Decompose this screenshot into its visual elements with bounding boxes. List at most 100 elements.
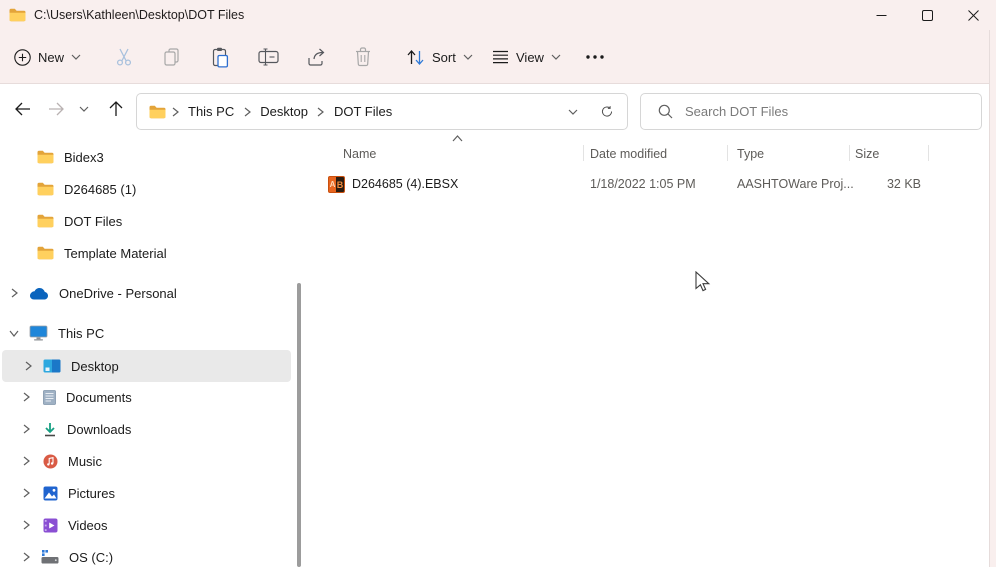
column-separator[interactable] xyxy=(928,145,929,161)
downloads-icon xyxy=(43,422,57,437)
sidebar-item-bidex3[interactable]: Bidex3 xyxy=(0,141,291,173)
sidebar-item-onedrive[interactable]: OneDrive - Personal xyxy=(0,277,291,309)
file-explorer-window: C:\Users\Kathleen\Desktop\DOT Files New xyxy=(0,0,996,567)
chevron-down-icon xyxy=(463,54,473,60)
sort-ascending-icon[interactable] xyxy=(452,135,463,142)
chevron-right-icon[interactable] xyxy=(20,423,32,435)
column-header-type[interactable]: Type xyxy=(737,144,764,164)
trash-icon xyxy=(356,47,370,67)
chevron-right-icon[interactable] xyxy=(22,360,34,372)
rename-button[interactable] xyxy=(258,30,279,84)
title-bar: C:\Users\Kathleen\Desktop\DOT Files xyxy=(0,0,996,30)
new-label: New xyxy=(38,49,65,65)
column-separator[interactable] xyxy=(849,145,850,161)
sidebar-item-this-pc[interactable]: This PC xyxy=(0,317,291,349)
videos-icon xyxy=(43,518,58,533)
share-button[interactable] xyxy=(306,30,327,84)
breadcrumb-item-desktop[interactable]: Desktop xyxy=(256,104,312,119)
maximize-button[interactable] xyxy=(904,0,950,30)
view-list-icon xyxy=(493,50,508,64)
sidebar-item-label: Music xyxy=(68,453,102,469)
chevron-right-icon[interactable] xyxy=(8,287,20,299)
cut-button[interactable] xyxy=(114,30,134,84)
scissors-icon xyxy=(116,48,132,66)
pictures-icon xyxy=(43,486,58,501)
sidebar-item-label: D264685 (1) xyxy=(64,181,137,197)
column-separator[interactable] xyxy=(727,145,728,161)
delete-button[interactable] xyxy=(354,30,372,84)
up-arrow-icon xyxy=(109,101,123,116)
documents-icon xyxy=(43,389,56,405)
chevron-right-icon xyxy=(169,106,181,118)
view-label: View xyxy=(516,49,544,65)
sidebar-item-dot-files[interactable]: DOT Files xyxy=(0,205,291,237)
onedrive-cloud-icon xyxy=(29,287,49,300)
close-button[interactable] xyxy=(950,0,996,30)
sidebar-item-label: OS (C:) xyxy=(69,549,114,565)
back-button[interactable] xyxy=(6,84,38,133)
refresh-button[interactable] xyxy=(601,106,613,118)
sidebar-item-downloads[interactable]: Downloads xyxy=(0,413,291,445)
close-icon xyxy=(967,9,979,21)
chevron-right-icon[interactable] xyxy=(20,551,32,563)
view-button[interactable]: View xyxy=(492,30,561,84)
breadcrumb-item-dot-files[interactable]: DOT Files xyxy=(330,104,396,119)
sidebar-item-documents[interactable]: Documents xyxy=(0,381,291,413)
search-box[interactable] xyxy=(640,93,982,130)
sidebar-item-pictures[interactable]: Pictures xyxy=(0,477,291,509)
desktop-icon xyxy=(43,359,61,373)
sidebar-item-label: DOT Files xyxy=(64,213,123,229)
plus-circle-icon xyxy=(14,48,31,66)
column-header-name[interactable]: Name xyxy=(343,144,376,164)
folder-icon xyxy=(37,214,54,228)
sidebar-item-desktop[interactable]: Desktop xyxy=(2,350,291,382)
new-button[interactable]: New xyxy=(14,30,81,84)
up-button[interactable] xyxy=(100,84,132,133)
navigation-pane: Bidex3 D264685 (1) DOT Files Template Ma… xyxy=(0,133,301,567)
chevron-right-icon[interactable] xyxy=(20,519,32,531)
chevron-right-icon xyxy=(315,106,327,118)
see-more-button[interactable] xyxy=(586,30,604,84)
column-separator[interactable] xyxy=(583,145,584,161)
chevron-down-icon xyxy=(79,106,89,112)
music-icon xyxy=(43,454,58,469)
sidebar-item-label: Desktop xyxy=(71,358,119,374)
sort-button[interactable]: Sort xyxy=(406,30,473,84)
sort-label: Sort xyxy=(432,49,456,65)
file-row[interactable]: A B D264685 (4).EBSX 1/18/2022 1:05 PM A… xyxy=(301,170,961,198)
breadcrumb-item-this-pc[interactable]: This PC xyxy=(184,104,238,119)
file-list-pane: Name Date modified Type Size A B D264685… xyxy=(301,133,989,567)
sidebar-item-d264685[interactable]: D264685 (1) xyxy=(0,173,291,205)
sidebar-item-music[interactable]: Music xyxy=(0,445,291,477)
sidebar-item-os-c[interactable]: OS (C:) xyxy=(0,541,291,567)
sidebar-item-template-material[interactable]: Template Material xyxy=(0,237,291,269)
forward-button[interactable] xyxy=(40,84,72,133)
column-header-date-modified[interactable]: Date modified xyxy=(590,144,667,164)
search-input[interactable] xyxy=(683,103,981,120)
sidebar-item-label: Bidex3 xyxy=(64,149,104,165)
sidebar-item-label: Pictures xyxy=(68,485,115,501)
command-toolbar: New Sort View xyxy=(0,30,996,84)
address-dropdown-button[interactable] xyxy=(567,106,579,118)
rename-icon xyxy=(258,48,279,66)
window-edge xyxy=(989,30,996,567)
window-title: C:\Users\Kathleen\Desktop\DOT Files xyxy=(34,8,245,22)
file-size: 32 KB xyxy=(886,177,921,191)
chevron-down-icon[interactable] xyxy=(8,327,20,339)
copy-button[interactable] xyxy=(162,30,182,84)
sort-icon xyxy=(407,49,424,65)
chevron-right-icon[interactable] xyxy=(20,487,32,499)
refresh-icon xyxy=(601,106,613,117)
column-header-size[interactable]: Size xyxy=(855,144,879,164)
breadcrumb[interactable]: This PC Desktop DOT Files xyxy=(136,93,628,130)
chevron-right-icon[interactable] xyxy=(20,391,32,403)
aashtoware-file-icon: A B xyxy=(328,176,345,193)
recent-locations-button[interactable] xyxy=(72,84,96,133)
folder-icon xyxy=(9,8,26,22)
sidebar-item-videos[interactable]: Videos xyxy=(0,509,291,541)
chevron-right-icon xyxy=(241,106,253,118)
chevron-right-icon[interactable] xyxy=(20,455,32,467)
paste-button[interactable] xyxy=(210,30,230,84)
folder-icon xyxy=(37,150,54,164)
minimize-button[interactable] xyxy=(858,0,904,30)
